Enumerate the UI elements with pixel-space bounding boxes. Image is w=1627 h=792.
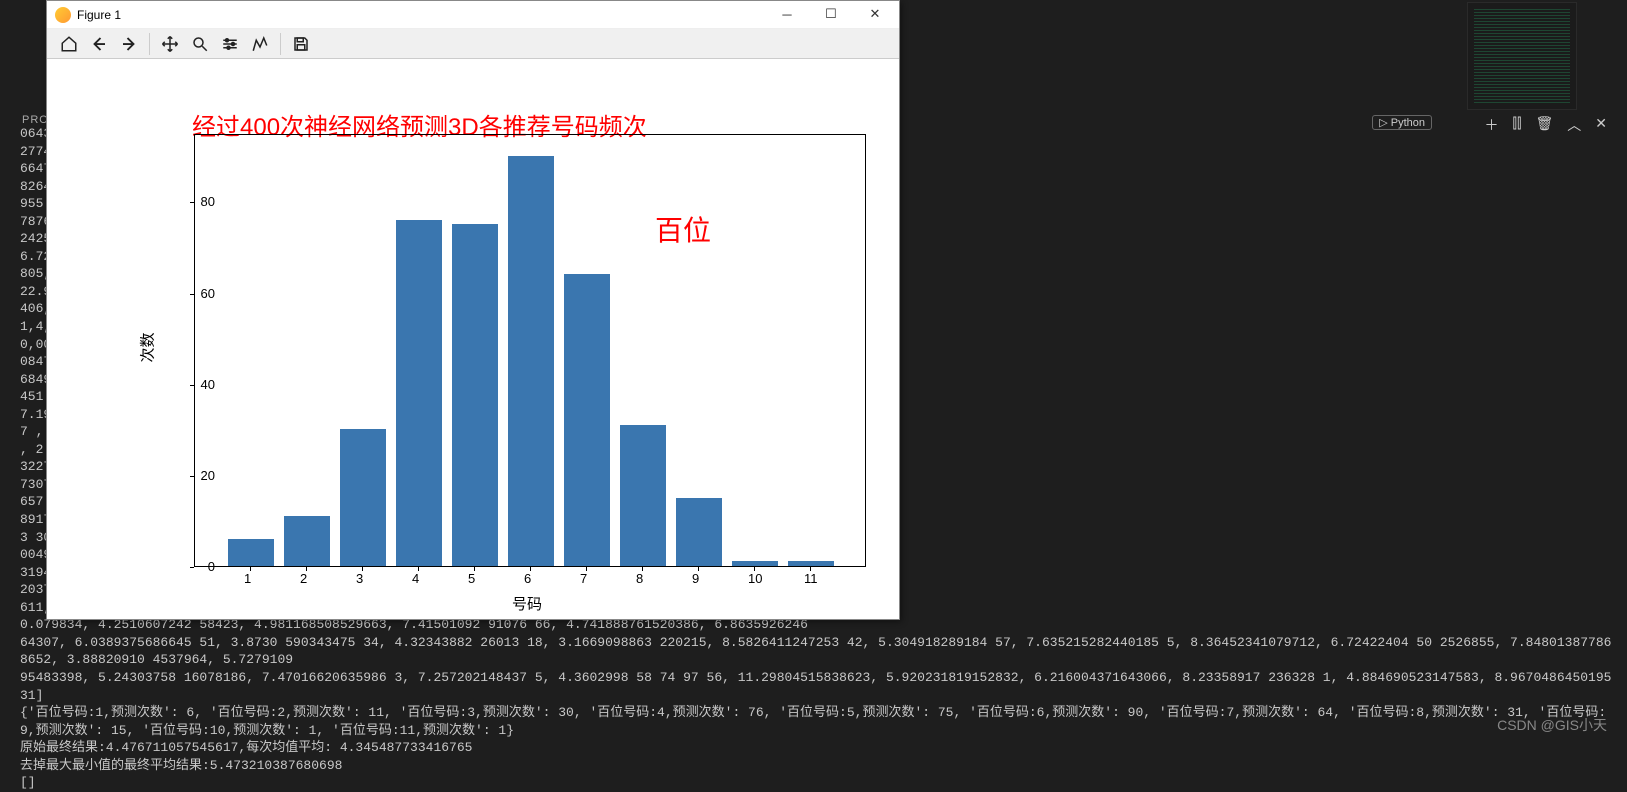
bar	[620, 425, 666, 566]
y-tick-label: 60	[185, 286, 215, 301]
bar	[564, 274, 610, 566]
window-maximize-button[interactable]: ☐	[809, 1, 853, 27]
x-tick-label: 6	[524, 571, 531, 586]
pan-icon[interactable]	[156, 31, 184, 57]
x-tick-label: 10	[748, 571, 762, 586]
app-icon	[55, 7, 71, 23]
plot-box	[194, 134, 866, 567]
window-minimize-button[interactable]: ─	[765, 1, 809, 27]
bar	[228, 539, 274, 566]
y-tick-label: 20	[185, 468, 215, 483]
x-tick-label: 4	[412, 571, 419, 586]
bar	[284, 516, 330, 566]
bar	[732, 561, 778, 566]
figure-window: Figure 1 ─ ☐ ✕	[46, 0, 900, 620]
x-tick-label: 8	[636, 571, 643, 586]
x-tick-label: 1	[244, 571, 251, 586]
bar	[788, 561, 834, 566]
x-tick-label: 9	[692, 571, 699, 586]
bar	[340, 429, 386, 566]
window-close-button[interactable]: ✕	[853, 1, 897, 27]
mpl-toolbar	[47, 29, 899, 59]
y-tick-label: 80	[185, 194, 215, 209]
x-tick-label: 5	[468, 571, 475, 586]
x-tick-label: 3	[356, 571, 363, 586]
x-tick-label: 2	[300, 571, 307, 586]
minimap[interactable]	[1467, 2, 1577, 110]
edit-axes-icon[interactable]	[246, 31, 274, 57]
window-titlebar[interactable]: Figure 1 ─ ☐ ✕	[47, 1, 899, 29]
back-icon[interactable]	[85, 31, 113, 57]
y-tick-label: 0	[185, 559, 215, 574]
save-icon[interactable]	[287, 31, 315, 57]
watermark: CSDN @GIS小天	[1497, 715, 1607, 735]
bar	[452, 224, 498, 566]
y-tick-label: 40	[185, 377, 215, 392]
home-icon[interactable]	[55, 31, 83, 57]
window-title: Figure 1	[77, 8, 121, 22]
chart-area: 经过400次神经网络预测3D各推荐号码频次 次数 号码 百位 123456789…	[47, 59, 899, 619]
x-tick-label: 11	[804, 571, 818, 586]
zoom-icon[interactable]	[186, 31, 214, 57]
bar	[396, 220, 442, 566]
x-axis-label: 号码	[512, 593, 542, 614]
x-tick-label: 7	[580, 571, 587, 586]
y-axis-label: 次数	[137, 332, 158, 362]
bar	[508, 156, 554, 566]
bar	[676, 498, 722, 566]
configure-subplots-icon[interactable]	[216, 31, 244, 57]
forward-icon[interactable]	[115, 31, 143, 57]
